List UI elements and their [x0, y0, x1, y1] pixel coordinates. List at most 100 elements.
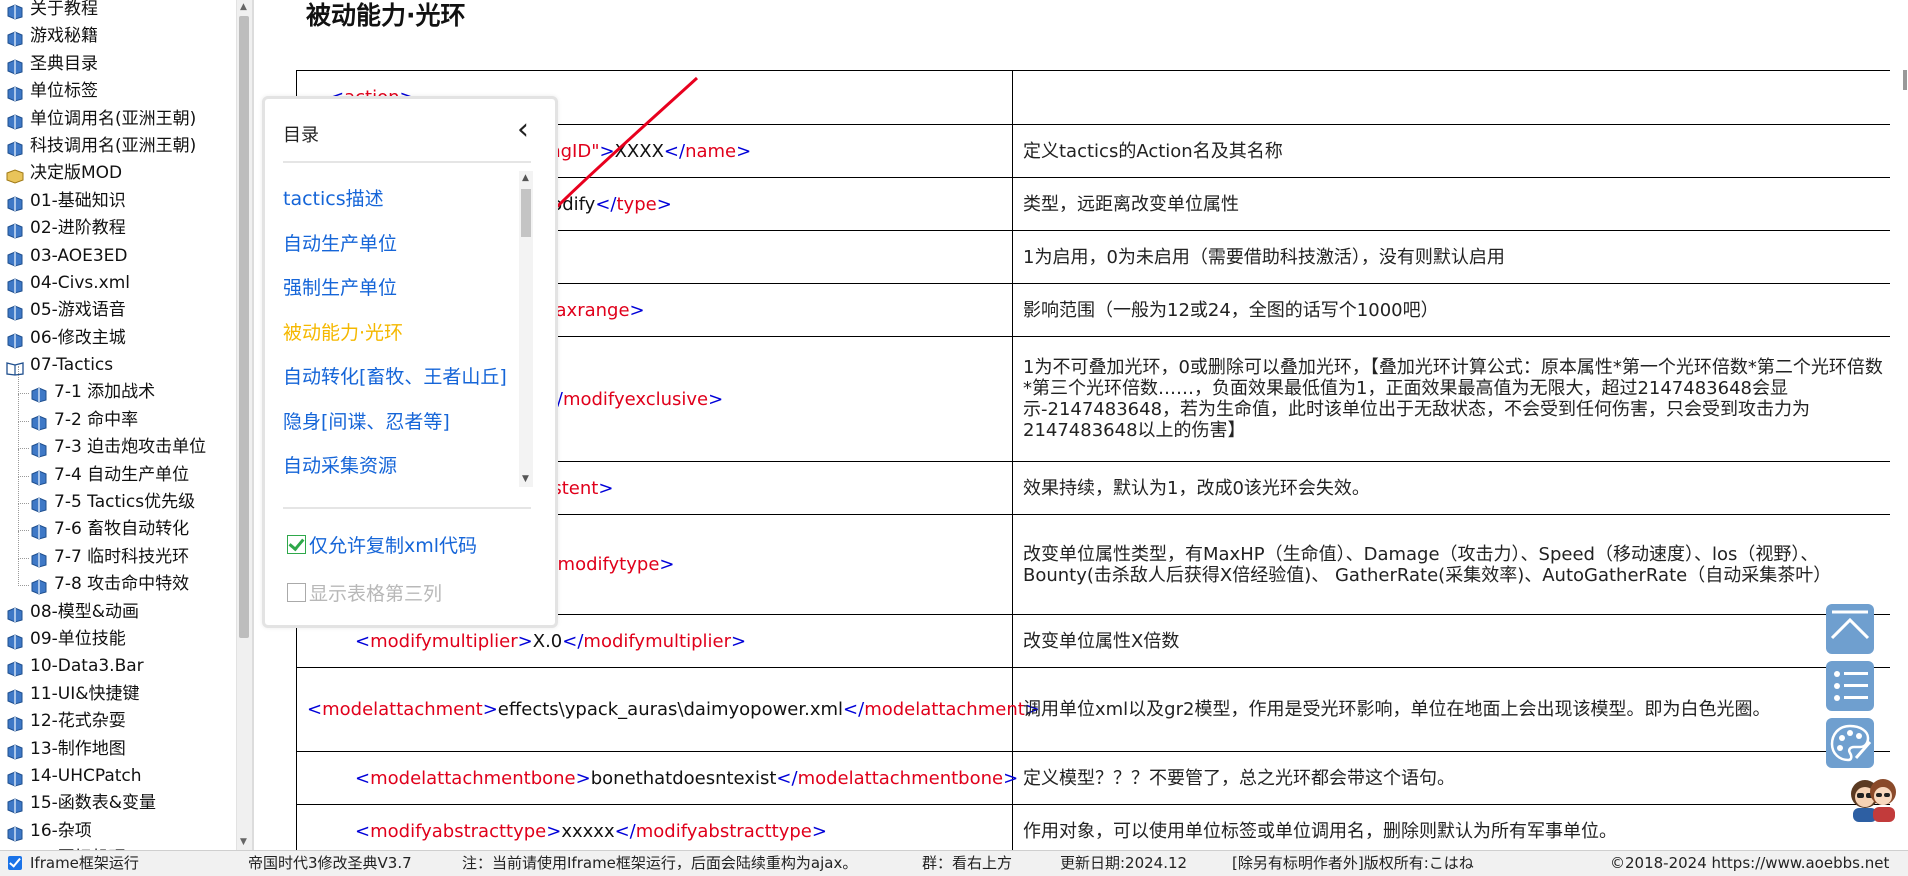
xml-tag-name: modelattachment	[322, 699, 483, 720]
folder-icon	[6, 166, 24, 184]
sidebar-item[interactable]: 科技调用名(亚洲王朝)	[0, 133, 236, 160]
show-third-column-checkbox[interactable]: 显示表格第三列	[287, 579, 442, 606]
description-text: 1为不可叠加光环，0或删除可以叠加光环，【叠加光环计算公式：原本属性*第一个光环…	[1023, 357, 1883, 441]
sidebar-item[interactable]: 7-8 攻击命中特效	[0, 558, 236, 598]
iframe-mode-checkbox[interactable]	[8, 856, 22, 870]
description-text: 作用对象，可以使用单位标签或单位调用名，删除则默认为所有军事单位。	[1023, 820, 1617, 842]
sidebar-item[interactable]: 单位调用名(亚洲王朝)	[0, 106, 236, 133]
description-text: 调用单位xml以及gr2模型，作用是受光环影响，单位在地面上会出现该模型。即为白…	[1023, 699, 1771, 720]
xml-bracket: >	[546, 820, 562, 842]
xml-tag-name: name	[685, 140, 737, 162]
toc-scroll-up-icon[interactable]: ▲	[522, 173, 529, 183]
code-cell[interactable]: <modelattachmentbone>bonethatdoesntexist…	[296, 751, 1018, 805]
toc-link[interactable]: 自动转化[畜牧、王者山丘]	[283, 355, 513, 400]
copy-xml-only-checkbox[interactable]: 仅允许复制xml代码	[287, 531, 477, 558]
tree-list: 关于教程游戏秘籍圣典目录单位标签单位调用名(亚洲王朝) 科技调用名(亚洲王朝) 决定…	[0, 0, 236, 850]
checkbox-checked-icon[interactable]	[287, 535, 306, 554]
sidebar-item-label: 游戏秘籍	[30, 26, 98, 47]
sidebar-item[interactable]: 14-UHCPatch	[0, 763, 236, 790]
book-icon	[6, 659, 24, 677]
description-text: 改变单位属性类型，有MaxHP（生命值）、Damage（攻击力）、Speed（移…	[1023, 543, 1832, 586]
toc-link[interactable]: 隐身[间谍、忍者等]	[283, 400, 513, 445]
xml-bracket: >	[811, 820, 827, 842]
back-to-top-button[interactable]	[1826, 604, 1874, 654]
xml-value: xxxxx	[561, 820, 615, 842]
book-icon	[30, 550, 48, 568]
toc-scroll-thumb[interactable]	[521, 189, 531, 237]
sidebar-item[interactable]: 13-制作地图	[0, 736, 236, 763]
sidebar-item[interactable]: 决定版MOD	[0, 160, 236, 187]
description-cell: 类型，远距离改变单位属性	[1012, 177, 1890, 231]
book-icon	[6, 221, 24, 239]
sidebar-item[interactable]: 06-修改主城	[0, 325, 236, 352]
sidebar-item[interactable]: 08-模型&动画	[0, 599, 236, 626]
sidebar-item-label: 单位标签	[30, 81, 98, 102]
toc-link[interactable]: tactics描述	[283, 177, 513, 222]
xml-bracket: <	[355, 767, 371, 789]
sidebar-item[interactable]: 7-2 命中率	[0, 393, 236, 434]
checkbox-unchecked-icon[interactable]	[287, 583, 306, 602]
xml-bracket: </	[843, 699, 865, 720]
sidebar-item[interactable]: 7-1 添加战术	[0, 366, 236, 406]
sidebar-tree: 关于教程游戏秘籍圣典目录单位标签单位调用名(亚洲王朝) 科技调用名(亚洲王朝) 决定…	[0, 0, 252, 850]
description-text: 定义tactics的Action名及其名称	[1023, 140, 1283, 162]
chevron-left-icon[interactable]: ‹	[517, 115, 529, 145]
code-cell[interactable]: <modifyabstracttype>xxxxx</modifyabstrac…	[296, 804, 1013, 850]
code-cell[interactable]: <modelattachment>effects\ypack_auras\dai…	[296, 667, 1040, 752]
sidebar-item[interactable]: 7-6 畜牧自动转化	[0, 503, 236, 543]
toc-divider	[283, 161, 531, 163]
sidebar-item[interactable]: 16-杂项	[0, 818, 236, 845]
book-icon	[6, 714, 24, 732]
sidebar-item[interactable]: 单位标签	[0, 78, 236, 105]
sidebar-item[interactable]: 游戏秘籍	[0, 23, 236, 50]
sidebar-item[interactable]: 02-进阶教程	[0, 215, 236, 242]
list-icon	[1834, 671, 1868, 701]
sidebar-item[interactable]: 10-Data3.Bar	[0, 653, 236, 680]
main-scroll-thumb[interactable]	[1903, 70, 1907, 90]
theme-button[interactable]	[1826, 718, 1874, 768]
sidebar-item[interactable]: 11-UI&快捷键	[0, 681, 236, 708]
notice-text: 注：当前请使用Iframe框架运行，后面会陆续重构为ajax。	[462, 854, 858, 872]
sidebar-scroll-up-icon[interactable]: ▲	[240, 1, 247, 13]
sidebar-item[interactable]: 7-3 迫击炮攻击单位	[0, 421, 236, 461]
table-row: <modelattachment>effects\ypack_auras\dai…	[296, 667, 1890, 752]
sidebar-item-label: 7-7 临时科技光环	[54, 546, 190, 567]
toc-toggle-button[interactable]	[1826, 661, 1874, 711]
xml-bracket: </	[776, 767, 798, 789]
show-third-column-label: 显示表格第三列	[309, 583, 443, 605]
book-icon	[6, 249, 24, 267]
sidebar-scroll-down-icon[interactable]: ▼	[240, 836, 247, 848]
sidebar-item[interactable]: 15-函数表&变量	[0, 790, 236, 817]
toc-link[interactable]: 被动能力·光环	[283, 311, 513, 356]
xml-tag-name: modifyabstracttype	[370, 820, 547, 842]
book-icon	[6, 57, 24, 75]
sidebar-item[interactable]: 01-基础知识	[0, 188, 236, 215]
sidebar-item[interactable]: 圣典目录	[0, 51, 236, 78]
sidebar-item[interactable]: 09-单位技能	[0, 626, 236, 653]
tree-guide-line	[18, 503, 29, 532]
sidebar-item[interactable]: 关于教程	[0, 0, 236, 23]
description-text: 效果持续，默认为1，改成0该光环会失效。	[1023, 477, 1370, 499]
palette-icon	[1830, 724, 1872, 762]
site-link[interactable]: ©2018-2024 https://www.aoebbs.net	[1610, 851, 1889, 875]
xml-bracket: >	[575, 767, 591, 789]
sidebar-item[interactable]: 7-4 自动生产单位	[0, 448, 236, 489]
sidebar-item[interactable]: 7-5 Tactics优先级	[0, 476, 236, 516]
toc-divider	[283, 507, 531, 509]
sidebar-item[interactable]: 05-游戏语音	[0, 297, 236, 324]
toc-scroll-down-icon[interactable]: ▼	[522, 474, 529, 484]
sidebar-item[interactable]: 07-Tactics	[0, 352, 236, 379]
toc-link[interactable]: 自动生产单位	[283, 222, 513, 267]
xml-code: <modifyabstracttype>xxxxx</modifyabstrac…	[307, 821, 827, 842]
sidebar-item[interactable]: 03-AOE3ED	[0, 243, 236, 270]
sidebar-scroll-thumb[interactable]	[239, 16, 249, 638]
app-title: 帝国时代3修改圣典V3.7	[248, 854, 412, 872]
sidebar-item[interactable]: 12-花式杂耍	[0, 708, 236, 735]
main-scrollbar[interactable]	[1890, 0, 1908, 850]
sidebar-item[interactable]: 04-Civs.xml	[0, 270, 236, 297]
toc-link[interactable]: 自动采集资源	[283, 444, 513, 489]
toc-link[interactable]: 强制生产单位	[283, 266, 513, 311]
sidebar-item[interactable]: 7-7 临时科技光环	[0, 530, 236, 571]
book-icon	[6, 139, 24, 157]
mascot-avatar-icon[interactable]	[1847, 770, 1899, 822]
